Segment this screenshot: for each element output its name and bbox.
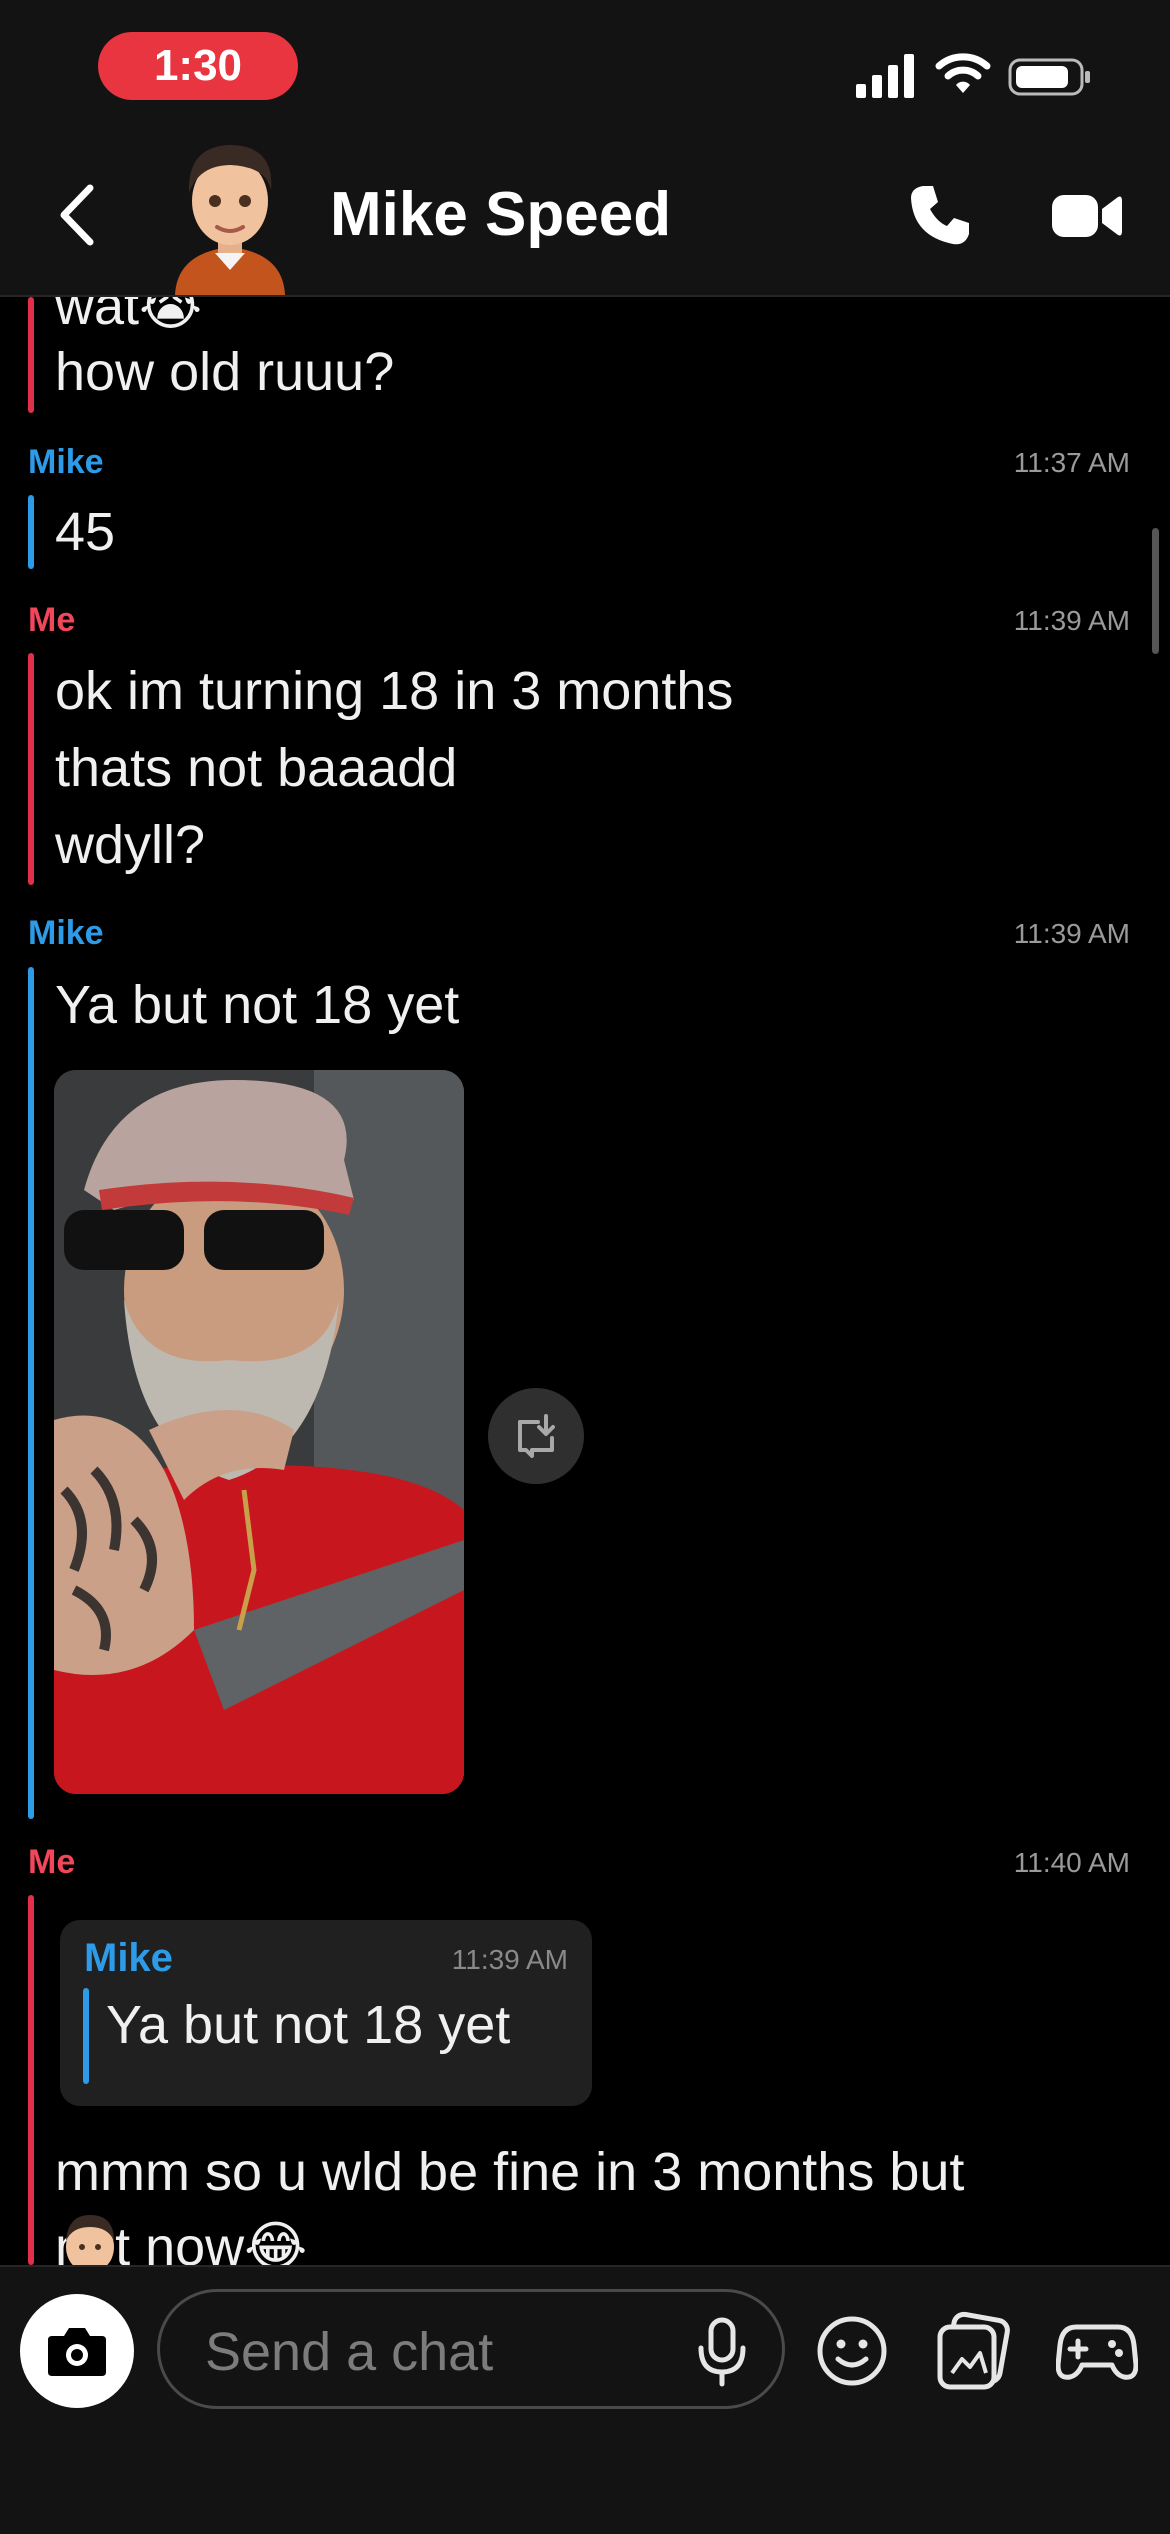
message-line: mmm so u wld be fine in 3 months but: [55, 2142, 965, 2202]
message-timestamp: 11:39 AM: [1013, 605, 1130, 636]
message-timestamp: 11:37 AM: [1013, 447, 1130, 478]
message-list[interactable]: wat😭 how old ruuu? Mike 11:37 AM 45 Me 1…: [0, 297, 1170, 2265]
gamepad-icon[interactable]: [1056, 2315, 1138, 2387]
message-bar-me: [28, 1895, 34, 2265]
sender-name: Mike: [28, 443, 104, 481]
memories-icon[interactable]: [932, 2311, 1014, 2391]
chevron-left-icon[interactable]: [52, 180, 102, 250]
quoted-text: Ya but not 18 yet: [106, 1995, 511, 2055]
message-bar-me: [28, 297, 34, 413]
photo-image: [54, 1070, 464, 1794]
message-bar-mike: [28, 967, 34, 1819]
quoted-sender: Mike: [84, 1936, 173, 1980]
chat-input[interactable]: Send a chat: [157, 2289, 785, 2409]
composer-bar: Send a chat: [0, 2265, 1170, 2534]
photo-attachment[interactable]: [54, 1070, 464, 1794]
message-line: wat😭: [55, 297, 203, 336]
save-to-chat-icon: [518, 1414, 555, 1458]
message-bar-mike: [28, 495, 34, 569]
avatar[interactable]: [165, 135, 295, 295]
chat-title[interactable]: Mike Speed: [330, 177, 671, 253]
message-line: ok im turning 18 in 3 months: [55, 661, 734, 721]
camera-icon: [48, 2328, 106, 2376]
battery-icon: [1008, 58, 1090, 96]
sender-name: Mike: [28, 914, 104, 952]
message-line: wdyll?: [55, 815, 206, 875]
message-line: thats not baaadd: [55, 738, 458, 798]
quoted-timestamp: 11:39 AM: [451, 1944, 568, 1975]
message-line: 45: [55, 502, 116, 562]
bitmoji-read-receipt: [66, 2215, 114, 2265]
message-timestamp: 11:39 AM: [1013, 918, 1130, 949]
chat-input-placeholder: Send a chat: [205, 2322, 494, 2382]
sender-name: Me: [28, 601, 76, 639]
chat-header: Mike Speed: [0, 135, 1170, 297]
message-bar-me: [28, 653, 34, 885]
message-timestamp: 11:40 AM: [1013, 1847, 1130, 1878]
scrollbar[interactable]: [1152, 528, 1159, 654]
camera-button[interactable]: [20, 2294, 134, 2408]
message-line: Ya but not 18 yet: [55, 975, 460, 1035]
microphone-icon[interactable]: [695, 2316, 749, 2388]
phone-icon[interactable]: [905, 180, 975, 250]
video-camera-icon[interactable]: [1050, 185, 1122, 247]
status-time: 1:30: [98, 32, 298, 100]
quoted-message[interactable]: Mike 11:39 AM Ya but not 18 yet: [60, 1920, 592, 2106]
message-line: how old ruuu?: [55, 342, 395, 402]
smiley-icon[interactable]: [812, 2311, 892, 2391]
signal-icon: [856, 54, 914, 98]
wifi-icon: [935, 53, 991, 93]
status-bar: 1:30: [0, 0, 1170, 135]
quoted-bar: [83, 1988, 89, 2084]
sender-name: Me: [28, 1843, 76, 1881]
save-to-chat-button[interactable]: [488, 1388, 584, 1484]
